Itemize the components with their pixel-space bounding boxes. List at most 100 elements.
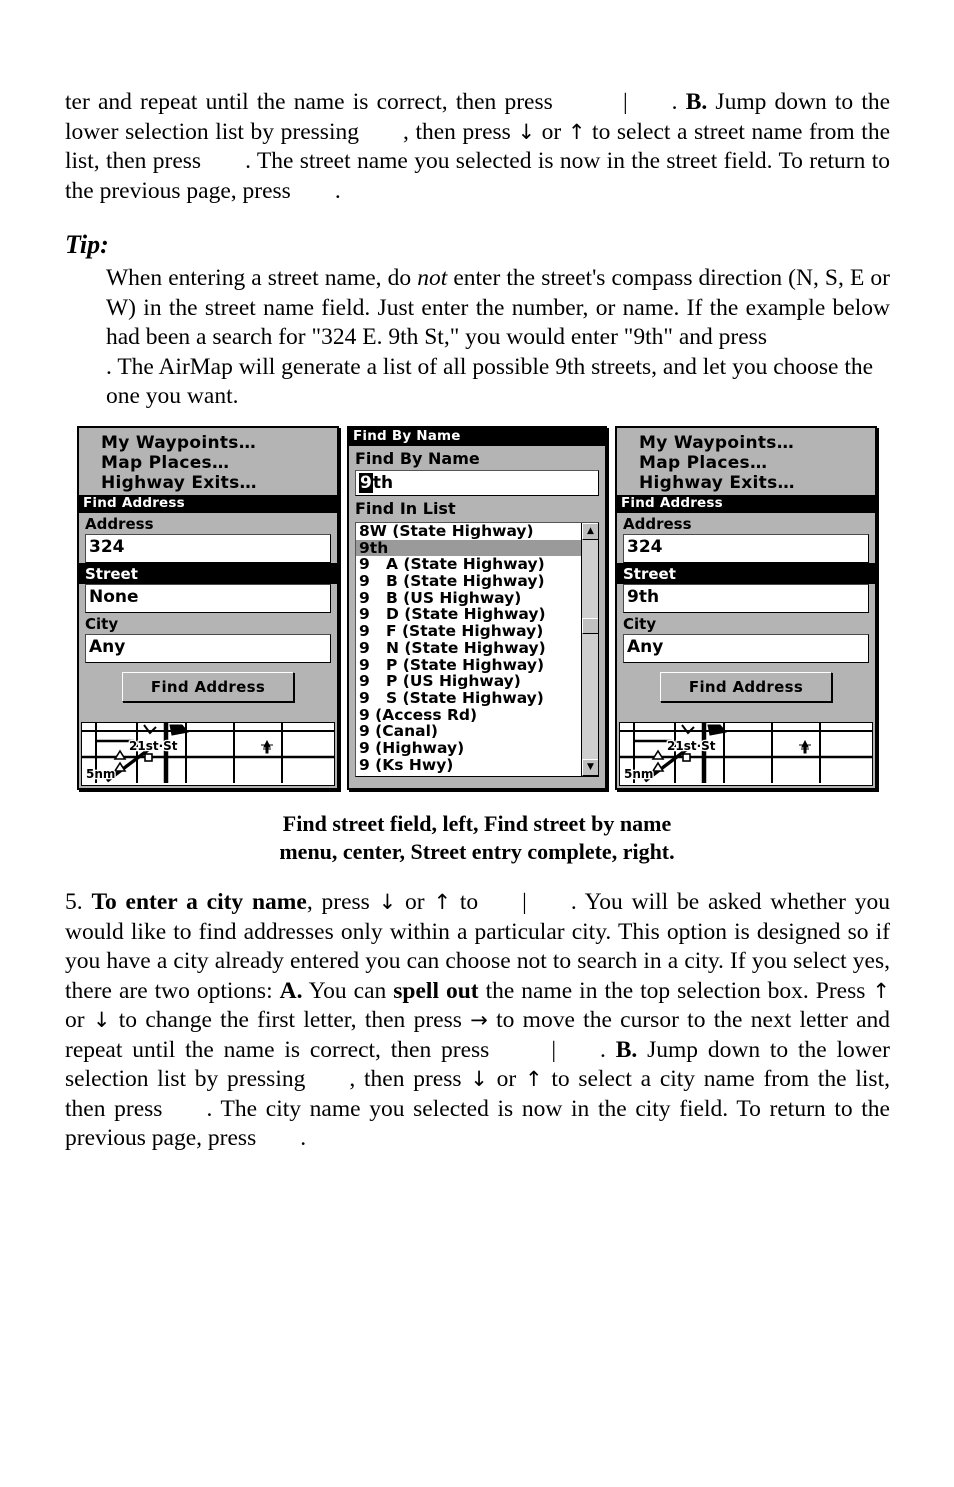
- tip-body: When entering a street name, do not ente…: [106, 264, 890, 412]
- step5-number: 5.: [65, 889, 83, 915]
- para-top-seg-c: .: [671, 89, 686, 115]
- step5-seg-b: or: [396, 889, 434, 915]
- step5-seg-c: to: [451, 889, 479, 915]
- menu-list-right: My Waypoints… Map Places… Highway Exits…: [617, 428, 875, 495]
- menu-item-map-places[interactable]: Map Places…: [79, 453, 337, 473]
- field-label-street-right: Street: [617, 563, 875, 584]
- figure-row: My Waypoints… Map Places… Highway Exits……: [0, 426, 954, 792]
- step5-seg-j: .: [600, 1036, 616, 1063]
- text-cursor: 9: [359, 473, 373, 493]
- find-in-list-listbox[interactable]: 8W (State Highway) 9th 9 A (State Highwa…: [355, 522, 599, 777]
- find-address-button-left[interactable]: Find Address: [122, 672, 294, 702]
- step5-seg-o: . The city name you selected is now in t…: [65, 1095, 890, 1152]
- step5-pipe-2: |: [551, 1036, 557, 1063]
- list-item[interactable]: 9 P (State Highway): [356, 657, 598, 674]
- field-label-address-left: Address: [85, 515, 154, 533]
- device-screenshot-right: My Waypoints… Map Places… Highway Exits……: [615, 426, 877, 790]
- step5-bold-B: B.: [615, 1036, 638, 1063]
- para-top-seg-f: , then press: [403, 118, 518, 145]
- map-graphic-left: 21st·St 5nm: [82, 723, 334, 783]
- para-top-pipe: |: [622, 89, 628, 115]
- list-item[interactable]: 9 N (State Highway): [356, 640, 598, 657]
- scroll-up-button[interactable]: ▲: [582, 523, 598, 540]
- svg-text:5nm: 5nm: [624, 767, 653, 781]
- manual-page: ter and repeat until the name is correct…: [0, 0, 954, 1487]
- scroll-down-button[interactable]: ▼: [582, 759, 598, 776]
- find-by-name-input[interactable]: 9th: [355, 470, 599, 496]
- menu-item-my-waypoints[interactable]: My Waypoints…: [79, 433, 337, 453]
- list-item[interactable]: 9 (Ks Hwy): [356, 757, 598, 774]
- field-value-street-right[interactable]: 9th: [623, 584, 869, 613]
- field-value-city-left[interactable]: Any: [85, 634, 331, 663]
- arrow-down-icon-1: ↓: [517, 119, 536, 144]
- field-value-city-right[interactable]: Any: [623, 634, 869, 663]
- step5-seg-e: You can: [302, 977, 394, 1004]
- arrow-down-icon-4: ↓: [470, 1067, 488, 1091]
- field-label-street-left: Street: [79, 563, 337, 584]
- map-graphic-right: 21st·St 5nm: [620, 723, 872, 783]
- tip-seg-c: . The AirMap will generate a list of all…: [106, 353, 874, 410]
- menu-item-map-places-right[interactable]: Map Places…: [617, 453, 875, 473]
- scrollbar-thumb[interactable]: [582, 618, 598, 634]
- find-by-name-input-rest: th: [372, 473, 394, 493]
- list-item[interactable]: 9 (Highway): [356, 740, 598, 757]
- tip-seg-c-wrap: . The AirMap will generate a list of all…: [106, 353, 890, 412]
- step5-seg-g: or: [65, 1007, 93, 1033]
- title-bar-find-by-name: Find By Name: [349, 428, 605, 446]
- device-screenshot-center: Find By Name Find By Name 9th Find In Li…: [347, 426, 607, 790]
- list-item[interactable]: 9 F (State Highway): [356, 623, 598, 640]
- field-value-street-left[interactable]: None: [85, 584, 331, 613]
- step5-seg-m: or: [487, 1066, 525, 1092]
- field-label-address-right: Address: [623, 515, 692, 533]
- list-item[interactable]: 9 (Access Rd): [356, 707, 598, 724]
- step5-bold-spell-out: spell out: [393, 977, 479, 1004]
- list-item[interactable]: 8W (State Highway): [356, 523, 598, 540]
- menu-item-highway-exits[interactable]: Highway Exits…: [79, 473, 337, 493]
- list-item[interactable]: 9 (Canal): [356, 723, 598, 740]
- svg-text:5nm: 5nm: [86, 767, 115, 781]
- field-label-city-left: City: [85, 615, 119, 633]
- list-scrollbar[interactable]: ▲ ▼: [581, 523, 598, 776]
- menu-item-highway-exits-right[interactable]: Highway Exits…: [617, 473, 875, 493]
- screen-right: My Waypoints… Map Places… Highway Exits……: [617, 428, 875, 788]
- menu-item-my-waypoints-right[interactable]: My Waypoints…: [617, 433, 875, 453]
- list-item[interactable]: 9 S (State Highway): [356, 690, 598, 707]
- list-item[interactable]: 9 B (US Highway): [356, 590, 598, 607]
- arrow-up-icon-3: ↑: [872, 978, 891, 1003]
- arrow-down-icon-3: ↓: [92, 1008, 111, 1032]
- screen-center: Find By Name Find By Name 9th Find In Li…: [349, 428, 605, 788]
- field-value-address-left[interactable]: 324: [85, 534, 331, 563]
- field-label-find-in-list: Find In List: [355, 499, 456, 518]
- tip-seg-a: When entering a street name, do: [106, 265, 418, 291]
- tip-italic-not: not: [417, 265, 448, 291]
- svg-text:21st·St: 21st·St: [667, 739, 716, 753]
- para-top-seg-a: ter and repeat until the name is correct…: [65, 89, 553, 115]
- para-top-seg-h: or: [535, 118, 568, 145]
- find-address-button-right[interactable]: Find Address: [660, 672, 832, 702]
- list-item-selected[interactable]: 9th: [356, 539, 598, 557]
- step5-pipe: |: [522, 889, 527, 915]
- arrow-up-icon-1: ↑: [567, 119, 586, 144]
- list-item[interactable]: 9 B (State Highway): [356, 573, 598, 590]
- field-label-find-by-name: Find By Name: [355, 449, 480, 468]
- list-item[interactable]: 9 A (State Highway): [356, 556, 598, 573]
- svg-text:21st·St: 21st·St: [129, 739, 178, 753]
- paragraph-continued: ter and repeat until the name is correct…: [65, 88, 890, 206]
- list-item[interactable]: 9 P (US Highway): [356, 673, 598, 690]
- arrow-up-icon-4: ↑: [524, 1067, 543, 1091]
- field-value-address-right[interactable]: 324: [623, 534, 869, 563]
- step5-seg-a: , press: [306, 889, 379, 915]
- step5-bold-A: A.: [279, 977, 303, 1004]
- list-item[interactable]: 9 D (State Highway): [356, 606, 598, 623]
- device-screenshot-left: My Waypoints… Map Places… Highway Exits……: [77, 426, 339, 790]
- field-label-city-right: City: [623, 615, 657, 633]
- arrow-down-icon-2: ↓: [378, 890, 397, 914]
- para-top-bold-b: B.: [685, 89, 708, 115]
- scrollbar-track[interactable]: [582, 540, 598, 759]
- step5-bold-title: To enter a city name: [91, 889, 307, 915]
- step5-seg-p: .: [300, 1125, 307, 1151]
- step5-seg-f: the name in the top selection box. Press: [478, 977, 873, 1004]
- step5-last-line-wrap: . The city name you selected is now in t…: [65, 1096, 890, 1152]
- tip-heading: Tip:: [65, 230, 109, 259]
- map-strip-right: 21st·St 5nm: [619, 722, 873, 786]
